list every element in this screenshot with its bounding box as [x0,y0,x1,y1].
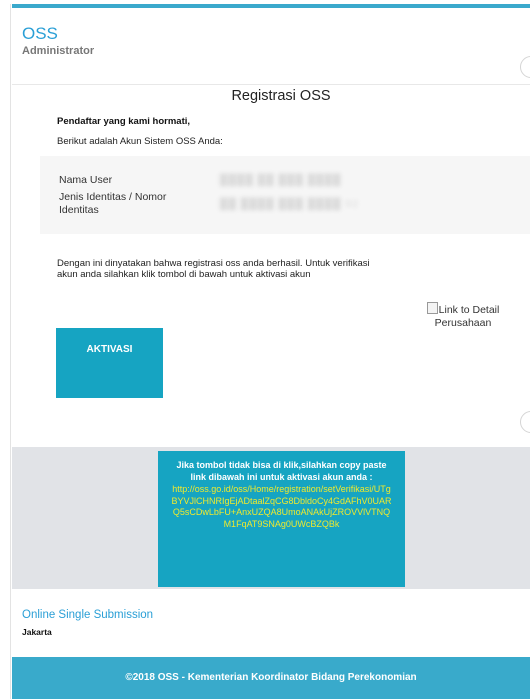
email-title: Registrasi OSS [231,88,331,104]
fallback-link-box: Jika tombol tidak bisa di klik,silahkan … [158,451,405,587]
brand-header: OSS Administrator [22,24,94,57]
left-border [10,4,11,699]
field-label-identity: Jenis Identitas / Nomor Identitas [59,191,167,216]
copy-instruction: Jika tombol tidak bisa di klik,silahkan … [176,460,387,482]
field-value-identity: ██ ████ ███ ████ 92 [220,198,360,210]
account-info-panel: Nama User ████ ██ ███ ████ Jenis Identit… [40,156,530,234]
brand-name: OSS [22,24,58,43]
scroll-handle-icon[interactable] [520,56,530,78]
header-divider [12,84,530,85]
brand-subtitle: Administrator [22,45,95,57]
copyright-text: ©2018 OSS - Kementerian Koordinator Bida… [125,672,417,683]
field-value-user: ████ ██ ███ ████ [220,174,342,186]
scroll-handle-icon[interactable] [520,411,530,433]
footer-site-name: Online Single Submission [22,609,154,621]
top-accent-strip [12,4,530,8]
email-view: OSS Administrator Registrasi OSS Pendaft… [0,0,530,699]
activation-button[interactable]: AKTIVASI [56,328,163,398]
activation-url-link[interactable]: http://oss.go.id/oss/Home/registration/s… [170,484,393,530]
broken-image-icon [426,302,438,314]
footer-city: Jakarta [22,627,52,637]
detail-link-alt-text: Link to Detail Perusahaan [434,304,500,329]
field-label-user: Nama User [59,174,113,186]
greeting: Pendaftar yang kami hormati, [57,116,191,127]
intro-text: Berikut adalah Akun Sistem OSS Anda: [57,136,223,147]
detail-company-link[interactable]: Link to Detail Perusahaan [419,302,507,330]
confirmation-message: Dengan ini dinyatakan bahwa registrasi o… [57,258,370,280]
footer-bar: ©2018 OSS - Kementerian Koordinator Bida… [12,657,530,699]
